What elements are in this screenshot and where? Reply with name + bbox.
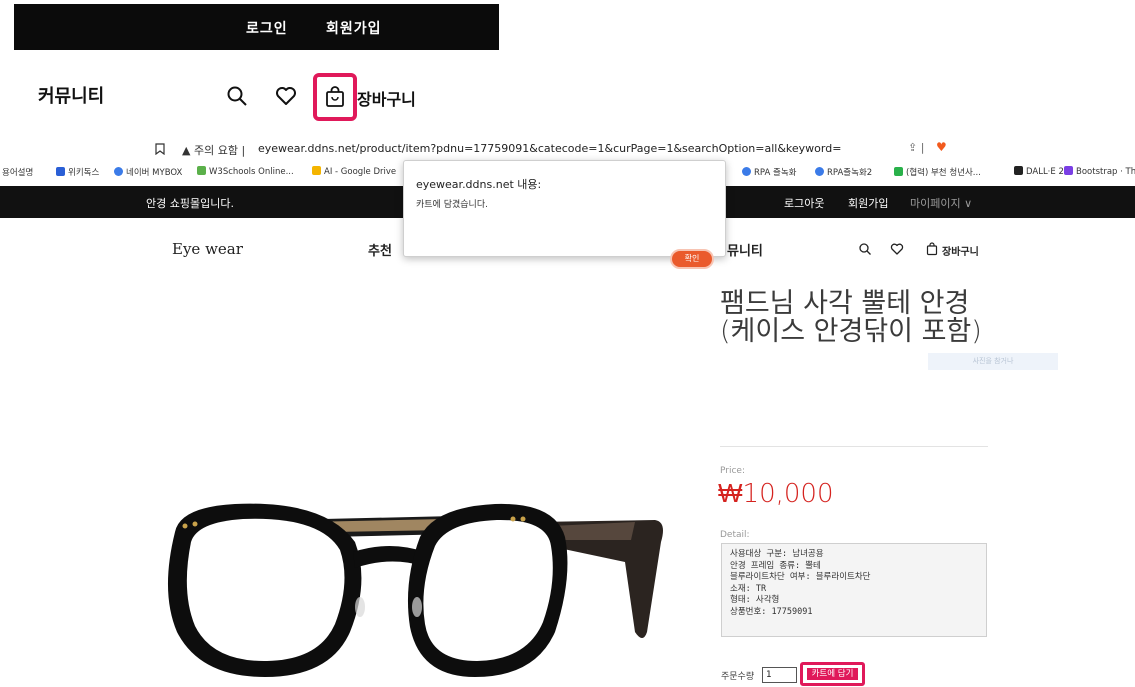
detail-line: 사용대상 구분: 남녀공용 (730, 549, 824, 559)
mypage-dropdown[interactable]: 마이페이지 ∨ (910, 195, 972, 211)
logout-link[interactable]: 로그아웃 (784, 195, 824, 211)
detail-line: 블루라이트차단 여부: 블루라이트차단 (730, 572, 871, 582)
quantity-input[interactable]: 1 (762, 667, 797, 683)
bookmark-item[interactable]: Bootstrap · The (1064, 166, 1135, 177)
heart-icon[interactable] (890, 242, 904, 256)
share-icon[interactable]: ⇪ | (908, 141, 924, 154)
nav-cart[interactable]: 장바구니 (942, 243, 979, 258)
site-logo[interactable]: Eye wear (172, 240, 243, 258)
bookmark-item[interactable]: AI - Google Drive (312, 166, 396, 177)
search-icon[interactable] (225, 84, 249, 108)
community-link[interactable]: 커뮤니티 (38, 82, 104, 108)
alert-message: 카트에 담겼습니다. (416, 200, 488, 210)
signup-link-small[interactable]: 회원가입 (848, 195, 888, 211)
bookmark-item[interactable]: 용어설명 (2, 166, 33, 178)
alert-dialog: eyewear.ddns.net 내용: 카트에 담겼습니다. (403, 160, 726, 257)
faint-button[interactable]: 사진을 참거나 (928, 353, 1058, 370)
nav-recommend[interactable]: 추천 (368, 240, 392, 259)
bookmark-item[interactable]: DALL·E 2 (1014, 166, 1064, 177)
signup-link[interactable]: 회원가입 (326, 18, 382, 38)
search-icon[interactable] (858, 242, 872, 256)
shopping-bag-icon[interactable] (323, 85, 347, 109)
bookmark-item[interactable]: RPA 즐녹화 (742, 166, 796, 178)
detail-label: Detail: (720, 530, 750, 540)
alert-ok-button[interactable]: 확인 (670, 249, 714, 269)
nav-community[interactable]: 뮤니티 (727, 240, 763, 259)
detail-line: 상품번호: 17759091 (730, 606, 813, 617)
shopping-bag-icon[interactable] (925, 242, 939, 256)
detail-box: 사용대상 구분: 남녀공용 안경 프레임 종류: 뿔테 블루라이트차단 여부: … (721, 543, 987, 637)
url-text[interactable]: eyewear.ddns.net/product/item?pdnu=17759… (258, 142, 841, 155)
browser-url-bar[interactable]: ▲ 주의 요함 | eyewear.ddns.net/product/item?… (0, 138, 1135, 160)
heart-icon[interactable] (274, 84, 298, 108)
login-link[interactable]: 로그인 (246, 18, 288, 38)
detail-line: 소재: TR (730, 583, 767, 594)
security-warning[interactable]: ▲ 주의 요함 | (182, 142, 245, 158)
divider (720, 446, 988, 447)
top-bar: 로그인 회원가입 (14, 4, 499, 50)
bookmark-item[interactable]: 네이버 MYBOX (114, 166, 182, 178)
bookmark-item[interactable]: W3Schools Online... (197, 166, 294, 177)
welcome-text: 안경 쇼핑몰입니다. (146, 197, 234, 210)
bookmark-item[interactable]: 위키독스 (56, 166, 99, 178)
bookmark-item[interactable]: (협력) 부천 청년사... (894, 166, 981, 178)
quantity-label: 주문수량 (721, 672, 755, 682)
brave-icon[interactable]: ♥ (936, 140, 947, 154)
add-to-cart-label: 카트에 담기 (807, 668, 858, 680)
cart-link[interactable]: 장바구니 (357, 86, 416, 110)
detail-line: 안경 프레임 종류: 뿔테 (730, 560, 821, 571)
product-title: 팸드님 사각 뿔테 안경 (케이스 안경닦이 포함) (720, 288, 982, 347)
price-label: Price: (720, 466, 745, 476)
bookmark-item[interactable]: RPA즐녹화2 (815, 166, 872, 178)
detail-line: 형태: 사각형 (730, 595, 780, 605)
product-price: ₩10,000 (718, 479, 834, 509)
product-image-glasses (167, 503, 663, 677)
bookmark-icon[interactable] (155, 143, 165, 155)
add-to-cart-button[interactable]: 카트에 담기 (800, 662, 865, 686)
alert-title: eyewear.ddns.net 내용: (416, 178, 542, 191)
